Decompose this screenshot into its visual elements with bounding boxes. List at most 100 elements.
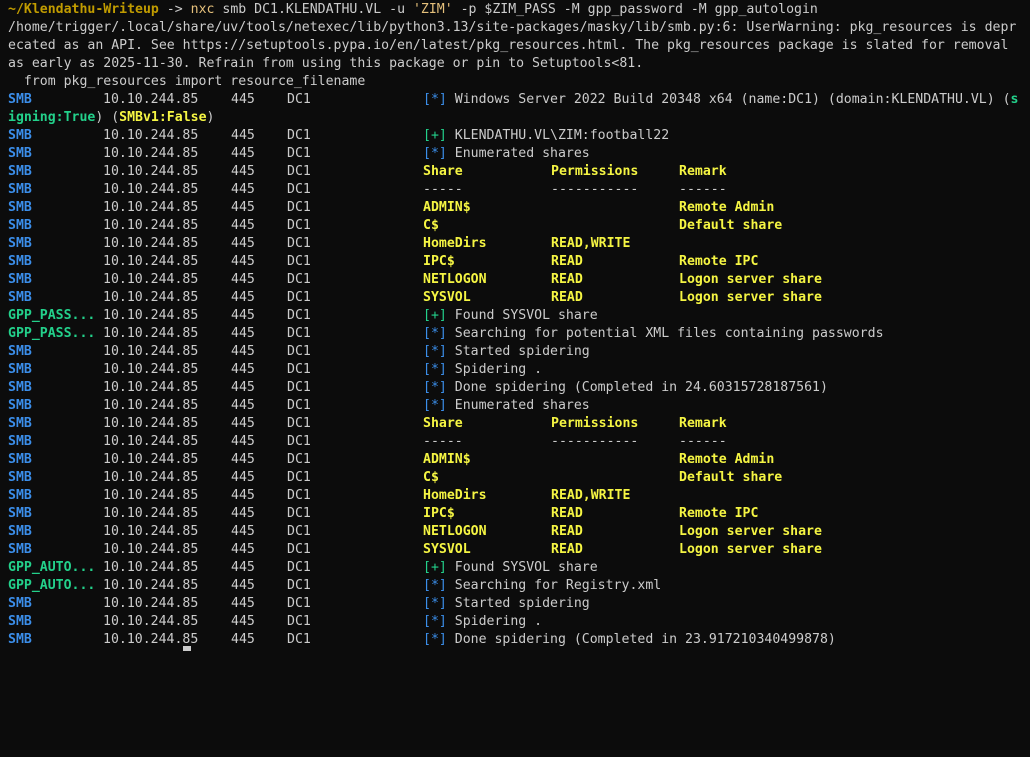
success-tag: [+] <box>423 128 447 143</box>
sep-share: ----- <box>423 434 463 449</box>
row-port: 445 <box>231 488 255 503</box>
row-ip: 10.10.244.85 <box>103 434 199 449</box>
row-message: [*] Done spidering (Completed in 24.6031… <box>423 379 828 397</box>
row-port: 445 <box>231 434 255 449</box>
share-row: SMB 10.10.244.85 445 DC1 ADMIN$ Remote A… <box>8 199 1030 217</box>
row-port: 445 <box>231 398 255 413</box>
row-host: DC1 <box>287 200 311 215</box>
row-port: 445 <box>231 128 255 143</box>
header-share: Share <box>423 416 463 431</box>
warning-line-1: /home/trigger/.local/share/uv/tools/nete… <box>8 20 1017 35</box>
row-message: [*] Searching for Registry.xml <box>423 577 661 595</box>
info-tag: [*] <box>423 362 447 377</box>
info-tag: [*] <box>423 380 447 395</box>
row-port: 445 <box>231 506 255 521</box>
share-permissions: READ <box>551 272 583 287</box>
row-host: DC1 <box>287 524 311 539</box>
row-ip: 10.10.244.85 <box>103 506 199 521</box>
signing-s: s <box>1010 92 1019 107</box>
header-share: Share <box>423 164 463 179</box>
share-remark: Remote IPC <box>679 254 759 269</box>
row-message: [*] Spidering . <box>423 361 542 379</box>
output-row-spider-done: SMB 10.10.244.85 445 DC1 [*] Done spider… <box>8 631 1030 649</box>
output-row-gpp-auto-search: GPP_AUTO... 10.10.244.85 445 DC1 [*] Sea… <box>8 577 1030 595</box>
info-tag: [*] <box>423 578 447 593</box>
share-remark: Logon server share <box>679 290 822 305</box>
row-port: 445 <box>231 164 255 179</box>
row-message: [*] Started spidering <box>423 595 590 613</box>
row-proto: SMB <box>8 146 32 161</box>
row-host: DC1 <box>287 596 311 611</box>
share-permissions: READ,WRITE <box>551 488 631 503</box>
row-proto: SMB <box>8 542 32 557</box>
share-remark: Remote Admin <box>679 452 775 467</box>
output-row-enum: SMB 10.10.244.85 445 DC1 [*] Enumerated … <box>8 145 1030 163</box>
row-port: 445 <box>231 542 255 557</box>
enum-text: Enumerated shares <box>446 146 590 161</box>
row-port: 445 <box>231 380 255 395</box>
row-message: [*] Started spidering <box>423 343 590 361</box>
row-host: DC1 <box>287 578 311 593</box>
info-tag: [*] <box>423 398 447 413</box>
row-port: 445 <box>231 254 255 269</box>
output-row-enum: SMB 10.10.244.85 445 DC1 [*] Enumerated … <box>8 397 1030 415</box>
row-port: 445 <box>231 470 255 485</box>
row-message: [+] Found SYSVOL share <box>423 307 598 325</box>
message-text: Found SYSVOL share <box>446 308 598 323</box>
share-row: SMB 10.10.244.85 445 DC1 NETLOGON READ L… <box>8 271 1030 289</box>
row-message: [*] Enumerated shares <box>423 397 590 415</box>
row-ip: 10.10.244.85 <box>103 182 199 197</box>
row-port: 445 <box>231 596 255 611</box>
output-row-spider-done: SMB 10.10.244.85 445 DC1 [*] Done spider… <box>8 379 1030 397</box>
row-message: [*] Enumerated shares <box>423 145 590 163</box>
sep-remark: ------ <box>679 434 727 449</box>
row-ip: 10.10.244.85 <box>103 236 199 251</box>
share-table-header: SMB 10.10.244.85 445 DC1 Share Permissio… <box>8 163 1030 181</box>
row-host: DC1 <box>287 182 311 197</box>
row-ip: 10.10.244.85 <box>103 326 199 341</box>
row-host: DC1 <box>287 398 311 413</box>
row-ip: 10.10.244.85 <box>103 128 199 143</box>
row-port: 445 <box>231 290 255 305</box>
terminal-window[interactable]: ~/Klendathu-Writeup -> nxc smb DC1.KLEND… <box>0 0 1030 652</box>
row-host: DC1 <box>287 506 311 521</box>
row-proto: SMB <box>8 254 32 269</box>
row-host: DC1 <box>287 380 311 395</box>
command-args-pre: smb DC1.KLENDATHU.VL -u <box>214 2 413 17</box>
row-host: DC1 <box>287 236 311 251</box>
message-text: Done spidering (Completed in 24.60315728… <box>446 380 828 395</box>
header-remark: Remark <box>679 416 727 431</box>
message-text: Spidering . <box>446 362 543 377</box>
message-text: Searching for potential XML files contai… <box>446 326 884 341</box>
row-proto: SMB <box>8 434 32 449</box>
row-proto: SMB <box>8 488 32 503</box>
share-remark: Default share <box>679 470 783 485</box>
row-ip: 10.10.244.85 <box>103 380 199 395</box>
row-port: 445 <box>231 236 255 251</box>
row-port: 445 <box>231 362 255 377</box>
row-ip: 10.10.244.85 <box>103 290 199 305</box>
banner-text: Windows Server 2022 Build 20348 x64 (nam… <box>446 92 1011 107</box>
row-ip: 10.10.244.85 <box>103 344 199 359</box>
banner-continuation: igning:True) (SMBv1:False) <box>8 109 1030 127</box>
success-tag: [+] <box>423 560 447 575</box>
row-ip: 10.10.244.85 <box>103 452 199 467</box>
row-host: DC1 <box>287 452 311 467</box>
row-ip: 10.10.244.85 <box>103 542 199 557</box>
row-message: [*] Spidering . <box>423 613 542 631</box>
output-row-spidering: SMB 10.10.244.85 445 DC1 [*] Spidering . <box>8 361 1030 379</box>
info-tag: [*] <box>423 326 447 341</box>
row-port: 445 <box>231 146 255 161</box>
row-proto: GPP_PASS... <box>8 308 96 323</box>
row-port: 445 <box>231 272 255 287</box>
share-name: IPC$ <box>423 254 455 269</box>
auth-text: KLENDATHU.VL\ZIM:football22 <box>446 128 670 143</box>
row-proto: SMB <box>8 416 32 431</box>
share-remark: Logon server share <box>679 542 822 557</box>
share-table-header: SMB 10.10.244.85 445 DC1 Share Permissio… <box>8 415 1030 433</box>
share-row: SMB 10.10.244.85 445 DC1 C$ Default shar… <box>8 469 1030 487</box>
row-ip: 10.10.244.85 <box>103 488 199 503</box>
row-host: DC1 <box>287 290 311 305</box>
row-port: 445 <box>231 560 255 575</box>
command-args-post: -p $ZIM_PASS -M gpp_password -M gpp_auto… <box>452 2 818 17</box>
